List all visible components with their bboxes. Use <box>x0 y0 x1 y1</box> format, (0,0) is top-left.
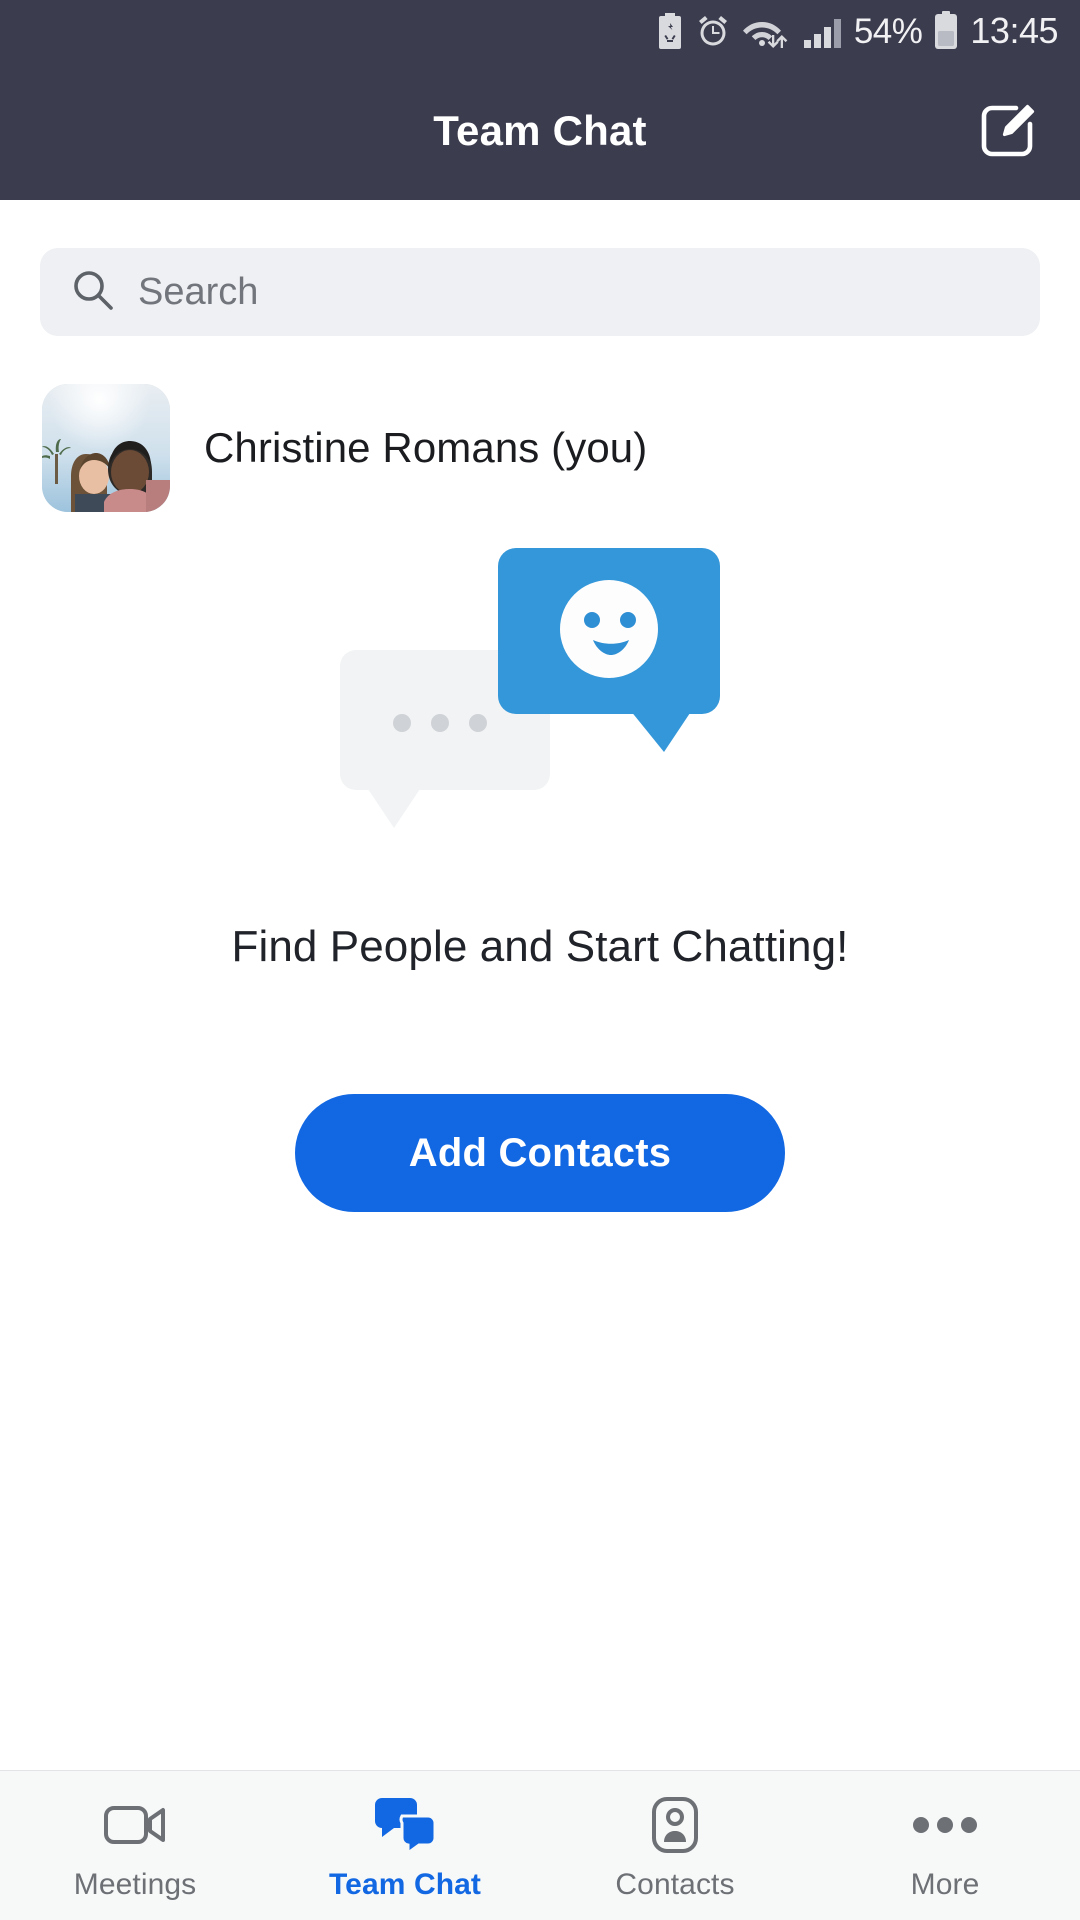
compose-pencil-icon[interactable] <box>976 100 1038 162</box>
empty-state: Find People and Start Chatting! Add Cont… <box>0 540 1080 1212</box>
app-root: 54% 13:45 Team Chat Search Christine Rom… <box>0 0 1080 1920</box>
search-input[interactable]: Search <box>40 248 1040 336</box>
alarm-icon <box>695 13 731 49</box>
more-dots-icon <box>912 1796 978 1854</box>
avatar[interactable] <box>42 384 170 512</box>
tab-label: Team Chat <box>328 1867 482 1901</box>
battery-icon <box>933 11 959 51</box>
battery-percent-label: 54% <box>853 11 923 51</box>
battery-saver-icon <box>656 13 684 49</box>
status-bar: 54% 13:45 <box>0 0 1080 62</box>
tab-contacts[interactable]: Contacts <box>540 1771 810 1920</box>
list-item[interactable]: Christine Romans (you) <box>0 336 1080 512</box>
chat-bubbles-illustration <box>330 540 750 850</box>
bottom-tab-bar: Meetings Team Chat Contacts More <box>0 1770 1080 1920</box>
add-contacts-button[interactable]: Add Contacts <box>295 1094 785 1212</box>
tab-label: Contacts <box>615 1867 735 1901</box>
tab-meetings[interactable]: Meetings <box>0 1771 270 1920</box>
search-placeholder: Search <box>138 270 259 313</box>
video-camera-icon <box>104 1796 166 1854</box>
main-content: Search Christine Romans (you) Find Peopl… <box>0 200 1080 1770</box>
nav-bar: Team Chat <box>0 62 1080 200</box>
tab-label: Meetings <box>73 1867 197 1901</box>
clock-label: 13:45 <box>970 10 1058 51</box>
page-title: Team Chat <box>433 107 647 154</box>
search-icon <box>70 267 116 318</box>
wifi-icon <box>742 13 792 49</box>
tab-more[interactable]: More <box>810 1771 1080 1920</box>
cellular-signal-icon <box>803 13 843 49</box>
chat-bubbles-icon <box>372 1796 438 1854</box>
contact-card-icon <box>651 1796 699 1854</box>
search-section: Search <box>0 200 1080 336</box>
contact-name: Christine Romans (you) <box>204 424 648 471</box>
user-avatar-photo <box>42 384 170 512</box>
tab-team-chat[interactable]: Team Chat <box>270 1771 540 1920</box>
tab-label: More <box>910 1867 980 1901</box>
empty-state-title: Find People and Start Chatting! <box>231 922 849 971</box>
